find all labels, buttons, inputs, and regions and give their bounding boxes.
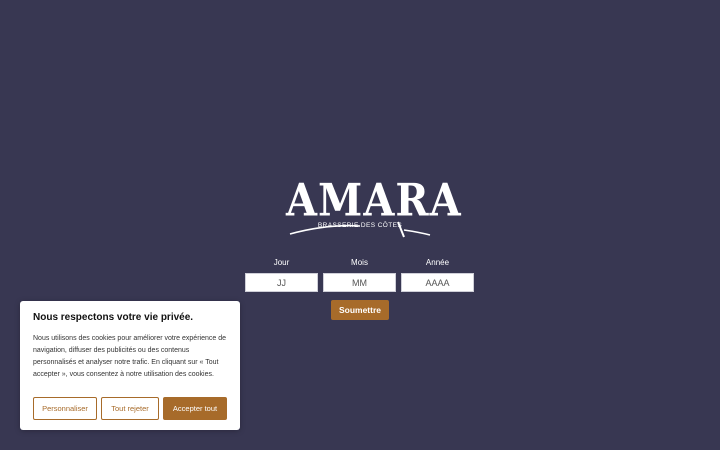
month-label: Mois — [351, 258, 368, 267]
logo-tagline: BRASSERIE DES CÔTES — [317, 222, 403, 229]
customize-button[interactable]: Personnaliser — [33, 397, 97, 420]
cookie-consent-banner: Nous respectons votre vie privée. Nous u… — [20, 301, 240, 430]
cookie-title: Nous respectons votre vie privée. — [33, 312, 194, 323]
logo-swoosh-icon — [289, 221, 431, 238]
cookie-actions: Personnaliser Tout rejeter Accepter tout — [33, 397, 227, 420]
submit-button[interactable]: Soumettre — [331, 300, 389, 320]
cookie-description: Nous utilisons des cookies pour améliore… — [33, 335, 226, 378]
month-input[interactable] — [323, 273, 396, 292]
reject-all-button[interactable]: Tout rejeter — [101, 397, 159, 420]
accept-all-button[interactable]: Accepter tout — [163, 397, 227, 420]
age-gate-page: AMARA BRASSERIE DES CÔTES Jour Mois Anné… — [0, 0, 720, 450]
year-label: Année — [425, 258, 450, 267]
day-input[interactable] — [245, 273, 318, 292]
brand-logo: AMARA BRASSERIE DES CÔTES — [286, 174, 461, 240]
year-input[interactable] — [401, 273, 474, 292]
day-label: Jour — [273, 258, 290, 267]
